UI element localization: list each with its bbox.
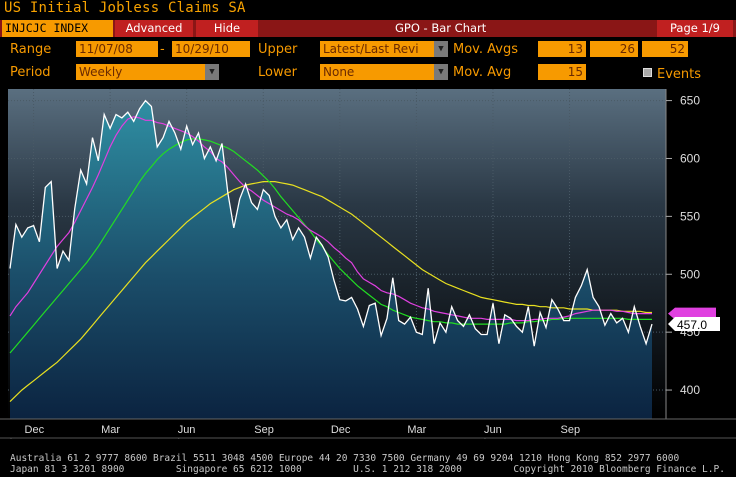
mov-avg-input[interactable]: 15 bbox=[538, 64, 586, 80]
lower-select[interactable]: None bbox=[320, 64, 435, 80]
y-tick-label: 500 bbox=[680, 267, 700, 281]
x-month-label: Jun bbox=[178, 424, 196, 436]
events-checkbox[interactable] bbox=[643, 68, 652, 77]
ticker-field[interactable]: INJCJC INDEX bbox=[2, 20, 113, 37]
lower-dropdown-icon[interactable]: ▼ bbox=[434, 64, 448, 80]
y-tick-label: 400 bbox=[680, 383, 700, 397]
x-month-label: Dec bbox=[331, 424, 351, 436]
range-end-input[interactable]: 10/29/10 bbox=[172, 41, 250, 57]
events-label: Events bbox=[657, 67, 702, 82]
chart-type-title: GPO - Bar Chart bbox=[395, 21, 487, 35]
last-value-label: 457.0 bbox=[677, 318, 707, 332]
mov-avg-3-input[interactable]: 52 bbox=[642, 41, 688, 57]
upper-select[interactable]: Latest/Last Revi bbox=[320, 41, 435, 57]
chart-area: 400 450 500 550 600 650 Dec Mar Jun Sep Dec Mar Jun… bbox=[0, 89, 736, 455]
x-month-label: Sep bbox=[254, 424, 274, 436]
advanced-button[interactable]: Advanced bbox=[115, 20, 193, 37]
range-separator: - bbox=[160, 42, 165, 57]
range-label: Range bbox=[10, 42, 52, 57]
y-tick-label: 550 bbox=[680, 209, 700, 223]
page-title: US Initial Jobless Claims SA bbox=[4, 0, 246, 16]
footer-contacts-line2: Japan 81 3 3201 8900 Singapore 65 6212 1… bbox=[10, 464, 725, 475]
upper-dropdown-icon[interactable]: ▼ bbox=[434, 41, 448, 57]
lower-label: Lower bbox=[258, 65, 297, 80]
x-month-label: Jun bbox=[484, 424, 502, 436]
footer-contacts-line1: Australia 61 2 9777 8600 Brazil 5511 304… bbox=[10, 453, 680, 464]
period-label: Period bbox=[10, 65, 51, 80]
y-tick-label: 600 bbox=[680, 151, 700, 165]
hide-button[interactable]: Hide bbox=[196, 20, 258, 37]
y-tick-label: 650 bbox=[680, 94, 700, 108]
x-month-label: Mar bbox=[101, 424, 120, 436]
mov-avgs-label: Mov. Avgs bbox=[453, 42, 518, 57]
mov-avg-2-input[interactable]: 26 bbox=[590, 41, 638, 57]
period-select[interactable]: Weekly bbox=[76, 64, 206, 80]
x-month-label: Dec bbox=[25, 424, 45, 436]
period-dropdown-icon[interactable]: ▼ bbox=[205, 64, 219, 80]
price-chart: 400450500550600650 Dec Mar Jun Sep Dec Mar Jun… bbox=[0, 89, 736, 455]
mov-avg-1-input[interactable]: 13 bbox=[538, 41, 586, 57]
x-month-label: Mar bbox=[407, 424, 426, 436]
range-start-input[interactable]: 11/07/08 bbox=[76, 41, 158, 57]
upper-label: Upper bbox=[258, 42, 298, 57]
mov-avg-label: Mov. Avg bbox=[453, 65, 512, 80]
page-indicator[interactable]: Page 1/9 bbox=[657, 20, 733, 37]
x-month-label: Sep bbox=[561, 424, 581, 436]
